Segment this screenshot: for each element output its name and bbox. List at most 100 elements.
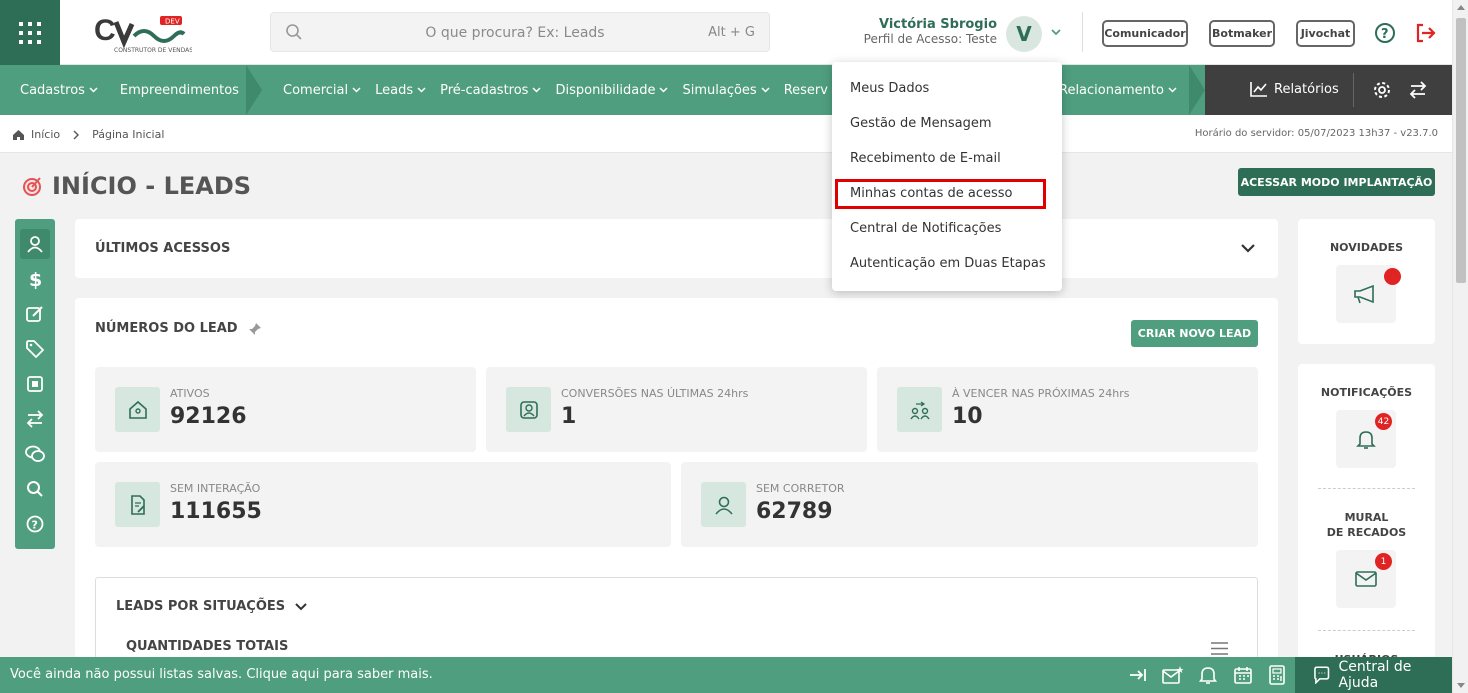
svg-text:?: ? — [1381, 27, 1389, 42]
envelope-icon — [1355, 571, 1377, 587]
sidebar-help-icon[interactable]: ? — [20, 509, 50, 539]
chevron-down-icon — [1168, 87, 1177, 93]
leads-by-status-panel: LEADS POR SITUAÇÕES QUANTIDADES TOTAIS — [95, 577, 1258, 667]
user-profile: Perfil de Acesso: Teste — [863, 32, 997, 46]
hamburger-menu-icon[interactable] — [1211, 642, 1228, 655]
bell-icon[interactable] — [1198, 665, 1218, 685]
nav-item-leads[interactable]: Leads — [368, 83, 433, 98]
pin-icon[interactable] — [248, 322, 262, 336]
gear-icon[interactable] — [1372, 80, 1392, 100]
section-title: ÚLTIMOS ACESSOS — [95, 241, 231, 256]
last-access-card[interactable]: ÚLTIMOS ACESSOS — [75, 219, 1278, 278]
nav-label: Comercial — [283, 82, 349, 98]
left-sidebar: $ ? — [15, 219, 55, 549]
chat-bubble-icon — [1314, 666, 1330, 684]
search-icon — [285, 23, 303, 41]
svg-text:DEV: DEV — [165, 18, 180, 26]
menu-item-minhas-contas-acesso[interactable]: Minhas contas de acesso — [850, 186, 1012, 201]
sidebar-tag-icon[interactable] — [20, 334, 50, 364]
stat-card[interactable]: ATIVOS 92126 — [95, 367, 476, 452]
breadcrumb-home[interactable]: Início — [31, 128, 60, 141]
scrollbar-thumb[interactable] — [1456, 18, 1466, 283]
comunicador-button[interactable]: Comunicador — [1102, 20, 1188, 47]
arrow-to-end-icon[interactable] — [1128, 665, 1148, 685]
sidebar-transfer-icon[interactable] — [20, 404, 50, 434]
nav-item-relatorios[interactable]: Relatórios — [1250, 81, 1339, 97]
stat-label: À VENCER NAS PRÓXIMAS 24hrs — [952, 387, 1130, 400]
nav-item-relacionamento[interactable]: Relacionamento — [1052, 83, 1184, 98]
breadcrumb: Início Página Inicial Horário do servido… — [0, 115, 1452, 153]
saved-lists-message[interactable]: Você ainda não possui listas salvas. Cli… — [10, 667, 433, 682]
cv-logo[interactable]: C DEV CONSTRUTOR DE VENDAS — [92, 12, 192, 56]
search-shortcut: Alt + G — [708, 25, 755, 40]
menu-item-meus-dados[interactable]: Meus Dados — [850, 81, 929, 96]
chart-line-icon — [1250, 82, 1267, 97]
menu-item-recebimento-email[interactable]: Recebimento de E-mail — [850, 151, 1001, 166]
botmaker-button[interactable]: Botmaker — [1209, 20, 1275, 47]
chevron-down-icon[interactable] — [1241, 244, 1255, 254]
board-label-line1: MURAL — [1344, 511, 1389, 524]
help-icon[interactable]: ? — [1374, 22, 1396, 44]
section-title[interactable]: LEADS POR SITUAÇÕES — [116, 599, 307, 614]
jivochat-button[interactable]: Jivochat — [1296, 20, 1355, 47]
sidebar-search-icon[interactable] — [20, 474, 50, 504]
nav-item-simulacoes[interactable]: Simulações — [675, 83, 776, 98]
sidebar-badge-icon[interactable] — [20, 369, 50, 399]
chevron-down-icon — [417, 87, 426, 93]
nav-item-empreendimentos[interactable]: Empreendimentos — [113, 83, 246, 98]
svg-text:$: $ — [29, 269, 42, 289]
stat-label: ATIVOS — [170, 387, 210, 400]
stat-value: 62789 — [756, 499, 833, 524]
calculator-icon[interactable] — [1268, 665, 1286, 685]
section-title: NÚMEROS DO LEAD — [95, 321, 262, 336]
menu-item-autenticacao-duas-etapas[interactable]: Autenticação em Duas Etapas — [850, 256, 1046, 271]
create-lead-button[interactable]: CRIAR NOVO LEAD — [1131, 320, 1258, 347]
menu-item-central-notificacoes[interactable]: Central de Notificações — [850, 221, 1001, 236]
logout-icon[interactable] — [1414, 22, 1436, 44]
sidebar-edit-icon[interactable] — [20, 299, 50, 329]
apps-grid-button[interactable] — [0, 0, 60, 65]
menu-item-gestao-mensagem[interactable]: Gestão de Mensagem — [850, 116, 991, 131]
svg-text:?: ? — [32, 519, 38, 532]
stat-label: CONVERSÕES NAS ÚLTIMAS 24hrs — [561, 387, 749, 400]
section-title-text: NÚMEROS DO LEAD — [95, 321, 238, 336]
nav-tools: Relatórios — [1205, 65, 1452, 115]
home-icon — [13, 129, 24, 140]
page-title: INÍCIO - LEADS — [20, 172, 251, 200]
board-label: MURAL DE RECADOS — [1298, 510, 1435, 540]
news-badge — [1384, 268, 1401, 285]
sidebar-dollar-icon[interactable]: $ — [20, 264, 50, 294]
calendar-icon[interactable] — [1233, 665, 1253, 685]
implantation-mode-button[interactable]: ACESSAR MODO IMPLANTAÇÃO — [1238, 168, 1435, 196]
vertical-scrollbar[interactable] — [1452, 0, 1468, 693]
sidebar-chat-icon[interactable] — [20, 439, 50, 469]
document-edit-icon — [115, 482, 160, 527]
board-label-line2: DE RECADOS — [1326, 526, 1407, 539]
stat-card[interactable]: À VENCER NAS PRÓXIMAS 24hrs 10 — [877, 367, 1258, 452]
nav-item-disponibilidade[interactable]: Disponibilidade — [548, 83, 675, 98]
mail-star-icon[interactable] — [1162, 665, 1184, 685]
nav-group-2: Comercial Leads Pré-cadastros Disponibil… — [276, 65, 835, 115]
scroll-up-icon[interactable] — [1457, 4, 1465, 10]
stat-card[interactable]: CONVERSÕES NAS ÚLTIMAS 24hrs 1 — [486, 367, 867, 452]
nav-label: Disponibilidade — [555, 82, 656, 98]
switch-arrows-icon[interactable] — [1408, 80, 1428, 100]
nav-item-pre-cadastros[interactable]: Pré-cadastros — [433, 83, 548, 98]
stat-card[interactable]: SEM CORRETOR 62789 — [681, 462, 1258, 547]
scroll-down-icon[interactable] — [1457, 683, 1465, 689]
side-tools-card: NOTIFICAÇÕES 42 MURAL DE RECADOS 1 USUÁR… — [1298, 364, 1435, 658]
nav-item-reservas[interactable]: Reserv — [777, 83, 835, 98]
nav-item-comercial[interactable]: Comercial — [276, 83, 368, 98]
avatar[interactable]: V — [1006, 16, 1042, 52]
stat-card[interactable]: SEM INTERAÇÃO 111655 — [95, 462, 671, 547]
user-info[interactable]: Victória Sbrogio Perfil de Acesso: Teste — [864, 17, 997, 47]
search-box[interactable]: O que procura? Ex: Leads Alt + G — [270, 12, 770, 52]
nav-item-cadastros[interactable]: Cadastros — [13, 83, 105, 98]
chevron-down-icon — [761, 87, 770, 93]
server-time: Horário do servidor: 05/07/2023 13h37 - … — [1194, 128, 1438, 139]
chevron-down-icon[interactable] — [1050, 28, 1062, 36]
stat-value: 92126 — [170, 404, 247, 429]
help-center-button[interactable]: Central de Ajuda — [1295, 657, 1452, 693]
sidebar-user-icon[interactable] — [20, 229, 50, 259]
nav-separator-arrow — [246, 65, 262, 115]
